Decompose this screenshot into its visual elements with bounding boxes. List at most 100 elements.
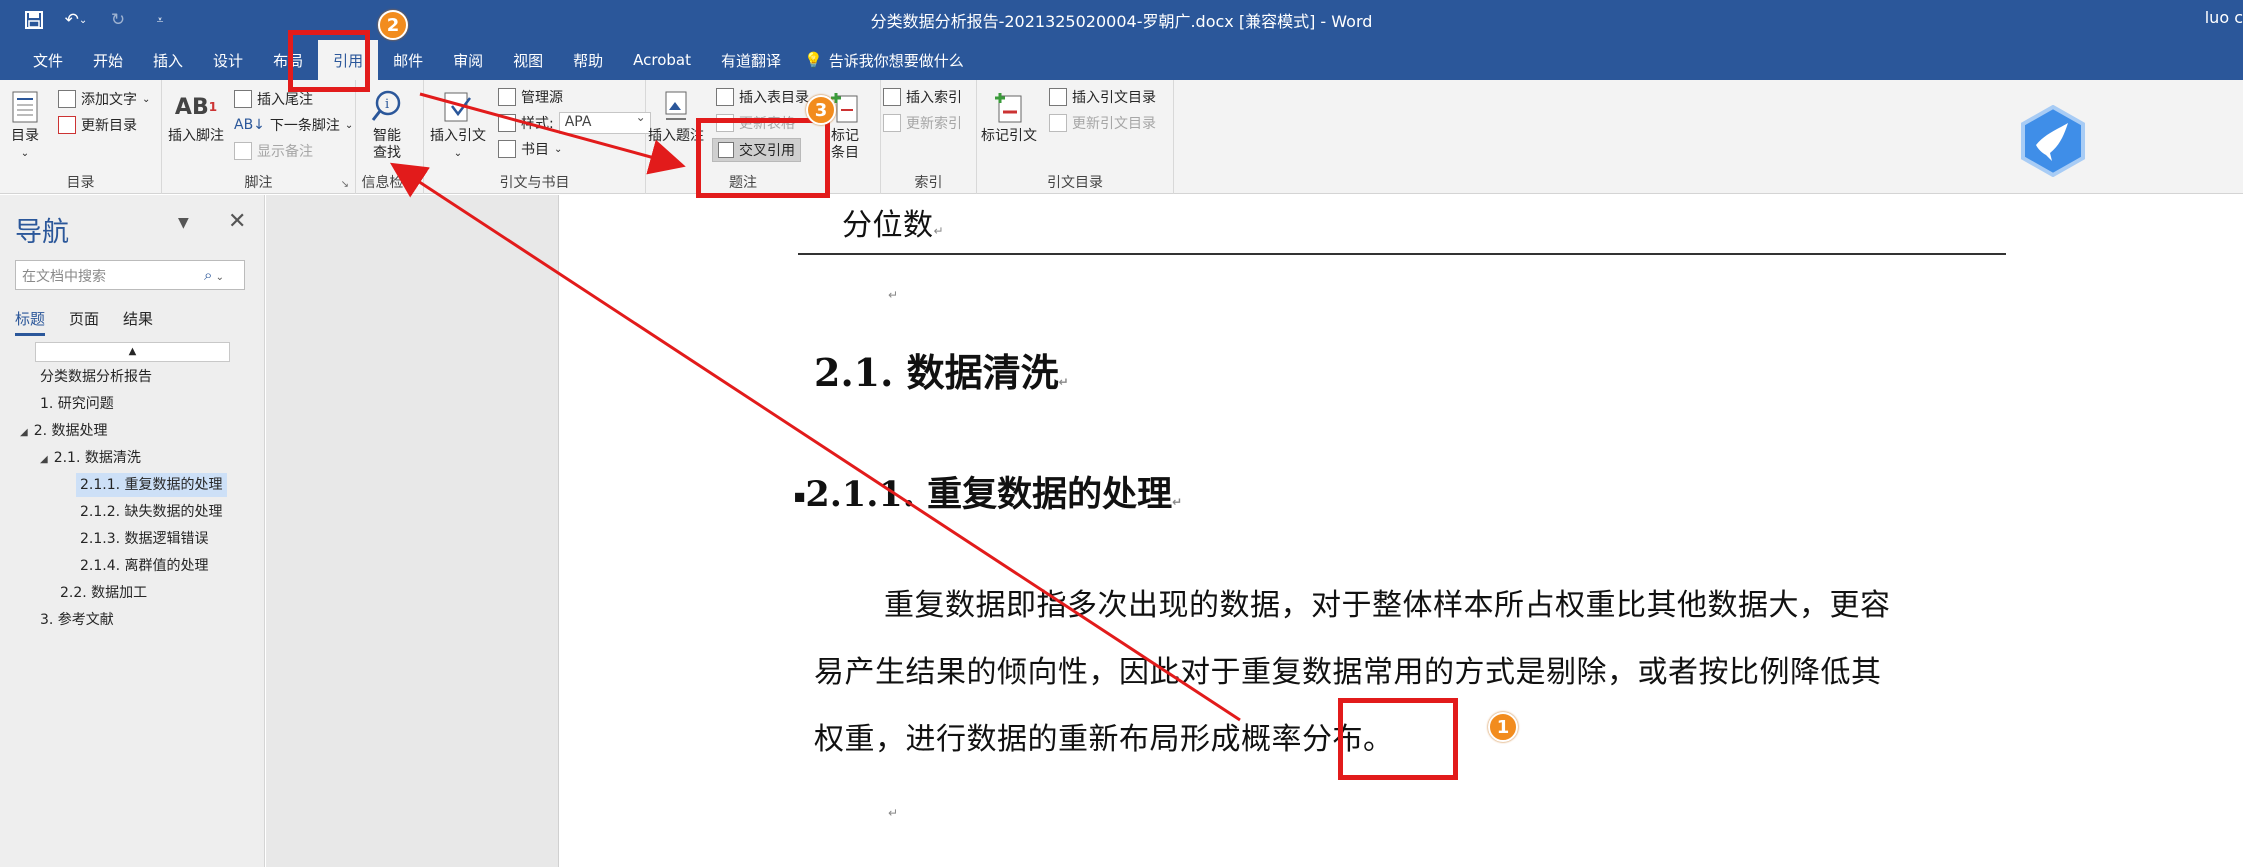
insert-toa-label: 插入引文目录 xyxy=(1072,90,1156,106)
tab-review[interactable]: 审阅 xyxy=(438,40,498,80)
tree-item-label: 2.1.3. 数据逻辑错误 xyxy=(80,531,209,547)
update-toc-button[interactable]: 更新目录 xyxy=(58,114,137,136)
nav-options-icon[interactable]: ▼ xyxy=(178,215,189,231)
tree-item[interactable]: 分类数据分析报告 xyxy=(40,365,152,389)
tab-design[interactable]: 设计 xyxy=(198,40,258,80)
group-research: i 智能 查找 信息检索 xyxy=(356,80,424,194)
update-index-button[interactable]: 更新索引 xyxy=(883,112,962,134)
tree-item[interactable]: 1. 研究问题 xyxy=(40,392,114,416)
nav-tabs: 标题 页面 结果 xyxy=(15,308,153,336)
tree-item-label: 3. 参考文献 xyxy=(40,612,114,628)
step-badge-3: 3 xyxy=(806,95,836,125)
tab-youdao[interactable]: 有道翻译 xyxy=(706,40,796,80)
collapse-all-icon[interactable]: ▲ xyxy=(35,342,230,362)
tree-item[interactable]: 2.1.3. 数据逻辑错误 xyxy=(80,527,209,551)
group-label-index: 索引 xyxy=(914,175,943,191)
update-index-label: 更新索引 xyxy=(906,116,962,132)
group-label-research: 信息检索 xyxy=(361,175,418,191)
tab-home[interactable]: 开始 xyxy=(78,40,138,80)
smart-lookup-label-1: 智能 xyxy=(373,128,401,144)
step-badge-2: 2 xyxy=(378,10,408,40)
bird-logo-icon[interactable] xyxy=(2020,105,2086,177)
search-icon[interactable]: ⌕ ⌄ xyxy=(204,266,224,284)
next-footnote-button[interactable]: AB↓ 下一条脚注 ⌄ xyxy=(234,114,353,136)
mark-citation-label: 标记引文 xyxy=(981,128,1037,144)
heading-2[interactable]: 2.1. 数据清洗↵ xyxy=(814,342,1069,397)
heading-3[interactable]: ■2.1.1. 重复数据的处理↵ xyxy=(794,466,1182,517)
smart-lookup-label-2: 查找 xyxy=(373,145,401,161)
smart-lookup-button[interactable]: i 智能 查找 xyxy=(370,88,404,162)
paragraph-mark: ↵ xyxy=(933,224,945,238)
paragraph-line-3[interactable]: 权重，进行数据的重新布局形成概率分布。 xyxy=(814,714,1394,758)
heading-3-text: 2.1.1. 重复数据的处理 xyxy=(805,474,1173,515)
page-gutter xyxy=(266,195,559,867)
manage-sources-icon xyxy=(498,88,516,106)
paragraph-mark: ↵ xyxy=(1058,375,1069,389)
mark-citation-button[interactable]: 标记引文 xyxy=(981,88,1037,145)
nav-search-placeholder: 在文档中搜索 xyxy=(22,269,106,285)
update-toc-label: 更新目录 xyxy=(81,118,137,134)
tab-file[interactable]: 文件 xyxy=(18,40,78,80)
tab-help[interactable]: 帮助 xyxy=(558,40,618,80)
show-notes-button[interactable]: 显示备注 xyxy=(234,140,313,162)
nav-tab-pages[interactable]: 页面 xyxy=(69,308,99,336)
nav-search-input[interactable]: 在文档中搜索 ⌕ ⌄ xyxy=(15,260,245,290)
tree-item[interactable]: 2.2. 数据加工 xyxy=(60,581,147,605)
svg-text:i: i xyxy=(385,97,389,112)
add-text-button[interactable]: 添加文字 ⌄ xyxy=(58,88,150,110)
smart-lookup-icon: i xyxy=(370,88,404,126)
tree-item[interactable]: 2.1.4. 离群值的处理 xyxy=(80,554,209,578)
insert-citation-button[interactable]: 插入引文 ⌄ xyxy=(430,88,486,162)
paragraph-line-1[interactable]: 重复数据即指多次出现的数据，对于整体样本所占权重比其他数据大，更容 xyxy=(884,580,1891,624)
insert-table-of-figures-label: 插入表目录 xyxy=(739,90,809,106)
add-text-icon xyxy=(58,90,76,108)
insert-toa-button[interactable]: 插入引文目录 xyxy=(1049,86,1156,108)
window-title: 分类数据分析报告-2021325020004-罗朝广.docx [兼容模式] -… xyxy=(870,12,1373,31)
bibliography-button[interactable]: 书目 ⌄ xyxy=(498,138,562,160)
highlight-box-cross-reference xyxy=(696,118,830,198)
insert-endnote-label: 插入尾注 xyxy=(257,92,313,108)
tab-insert[interactable]: 插入 xyxy=(138,40,198,80)
paragraph-line-2[interactable]: 易产生结果的倾向性，因此对于重复数据常用的方式是剔除，或者按比例降低其 xyxy=(814,647,1882,691)
step-badge-1: 1 xyxy=(1488,712,1518,742)
insert-index-button[interactable]: 插入索引 xyxy=(883,86,962,108)
tell-me-box[interactable]: 💡 告诉我你想要做什么 xyxy=(804,50,964,71)
toc-label: 目录 xyxy=(11,128,39,144)
toc-button[interactable]: 目录 ⌄ xyxy=(8,88,42,162)
tree-item-label: 分类数据分析报告 xyxy=(40,369,152,385)
mark-entry-button[interactable]: 标记 条目 xyxy=(828,88,862,162)
ribbon: 目录 ⌄ 添加文字 ⌄ 更新目录 目录 AB 1 插入脚注 插入尾注 AB↓ 下一条脚… xyxy=(0,80,2243,194)
insert-table-of-figures-button[interactable]: 插入表目录 xyxy=(716,86,809,108)
insert-toa-icon xyxy=(1049,88,1067,106)
tab-mailings[interactable]: 邮件 xyxy=(378,40,438,80)
manage-sources-button[interactable]: 管理源 xyxy=(498,86,563,108)
style-value[interactable]: APA xyxy=(558,110,651,134)
tree-item[interactable]: 3. 参考文献 xyxy=(40,608,114,632)
collapse-triangle-icon[interactable]: ◢ xyxy=(40,454,48,465)
tree-item[interactable]: ◢ 2.1. 数据清洗 xyxy=(40,446,141,470)
collapse-triangle-icon[interactable]: ◢ xyxy=(20,427,28,438)
dialog-launcher-icon[interactable]: ↘ xyxy=(341,179,349,190)
insert-footnote-button[interactable]: AB 1 插入脚注 xyxy=(168,88,224,145)
tree-item-selected[interactable]: 2.1.1. 重复数据的处理 xyxy=(76,473,227,497)
tree-item[interactable]: ◢ 2. 数据处理 xyxy=(20,419,108,443)
nav-tab-results[interactable]: 结果 xyxy=(123,308,153,336)
group-label-toc: 目录 xyxy=(66,175,95,191)
mark-entry-label-2: 条目 xyxy=(831,145,859,161)
insert-citation-label: 插入引文 xyxy=(430,128,486,144)
tree-item-label: 2.1. 数据清洗 xyxy=(53,450,141,466)
style-icon xyxy=(498,114,516,132)
tree-item[interactable]: 2.1.2. 缺失数据的处理 xyxy=(80,500,223,524)
mark-entry-label-1: 标记 xyxy=(831,128,859,144)
citation-style-select[interactable]: 样式: APA xyxy=(498,110,651,134)
nav-close-icon[interactable]: ✕ xyxy=(228,209,246,234)
tab-acrobat[interactable]: Acrobat xyxy=(618,40,706,80)
manage-sources-label: 管理源 xyxy=(521,90,563,106)
doc-fragment[interactable]: 分位数↵ xyxy=(842,200,944,244)
user-name[interactable]: luo c xyxy=(2205,8,2243,27)
show-notes-icon xyxy=(234,142,252,160)
tab-view[interactable]: 视图 xyxy=(498,40,558,80)
nav-tab-headings[interactable]: 标题 xyxy=(15,308,46,336)
bibliography-icon xyxy=(498,140,516,158)
update-toa-button[interactable]: 更新引文目录 xyxy=(1049,112,1156,134)
